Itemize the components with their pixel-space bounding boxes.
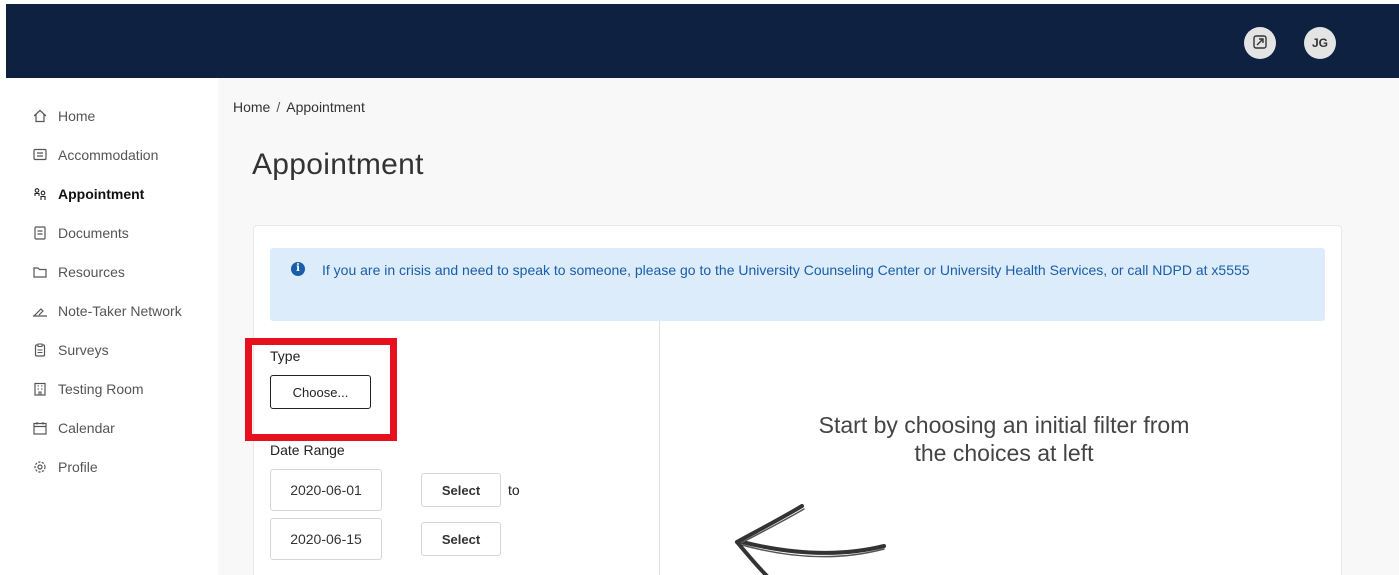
breadcrumb: Home / Appointment (233, 99, 365, 115)
building-icon (32, 381, 48, 397)
crisis-alert: i If you are in crisis and need to speak… (270, 248, 1325, 321)
breadcrumb-home-link[interactable]: Home (233, 99, 270, 115)
home-icon (32, 108, 48, 124)
clipboard-icon (32, 342, 48, 358)
sidebar-item-appointment[interactable]: Appointment (32, 183, 144, 205)
info-icon: i (291, 262, 305, 276)
sidebar-item-label: Calendar (58, 420, 115, 436)
highlight-box (245, 338, 397, 441)
folder-icon (32, 264, 48, 280)
sidebar-item-label: Documents (58, 225, 129, 241)
top-navigation-bar: JG (6, 4, 1399, 78)
expand-icon (1253, 34, 1267, 52)
sidebar-item-resources[interactable]: Resources (32, 261, 125, 283)
main-content: Home / Appointment Appointment i If you ar… (218, 78, 1399, 575)
sidebar-item-surveys[interactable]: Surveys (32, 339, 109, 361)
calendar-icon (32, 420, 48, 436)
alert-text: If you are in crisis and need to speak t… (322, 262, 1250, 278)
sidebar-item-note-taker-network[interactable]: Note-Taker Network (32, 300, 182, 322)
sidebar-item-label: Appointment (58, 186, 145, 202)
breadcrumb-separator: / (276, 99, 281, 115)
expand-button[interactable] (1244, 27, 1276, 59)
sidebar-item-label: Note-Taker Network (58, 303, 182, 319)
sidebar-item-label: Home (58, 108, 96, 124)
sidebar-item-accommodation[interactable]: Accommodation (32, 144, 158, 166)
people-icon (32, 186, 48, 202)
end-date-field[interactable]: 2020-06-15 (270, 518, 382, 560)
list-icon (32, 147, 48, 163)
sidebar-item-testing-room[interactable]: Testing Room (32, 378, 144, 400)
start-date-select-button[interactable]: Select (421, 473, 501, 507)
sidebar: Home Accommodation Appointment Documents… (0, 78, 218, 575)
pencil-icon (32, 303, 48, 319)
sidebar-item-profile[interactable]: Profile (32, 456, 98, 478)
sidebar-item-documents[interactable]: Documents (32, 222, 129, 244)
page-title: Appointment (252, 148, 424, 181)
to-label: to (508, 482, 520, 498)
end-date-select-button[interactable]: Select (421, 522, 501, 556)
document-icon (32, 225, 48, 241)
sidebar-item-label: Accommodation (58, 147, 159, 163)
appointment-card: i If you are in crisis and need to speak… (245, 225, 1342, 575)
user-avatar[interactable]: JG (1304, 27, 1336, 59)
empty-state-hint: Start by choosing an initial filter from… (818, 412, 1190, 466)
sidebar-item-calendar[interactable]: Calendar (32, 417, 115, 439)
sidebar-item-label: Profile (58, 459, 98, 475)
sidebar-item-label: Resources (58, 264, 125, 280)
arrow-icon (735, 504, 886, 575)
sidebar-item-label: Testing Room (58, 381, 144, 397)
date-range-label: Date Range (270, 442, 345, 458)
sidebar-item-home[interactable]: Home (32, 105, 95, 127)
breadcrumb-current: Appointment (286, 99, 365, 115)
start-date-field[interactable]: 2020-06-01 (270, 469, 382, 511)
sidebar-item-label: Surveys (58, 342, 109, 358)
column-divider (659, 321, 660, 575)
gear-icon (32, 459, 48, 475)
